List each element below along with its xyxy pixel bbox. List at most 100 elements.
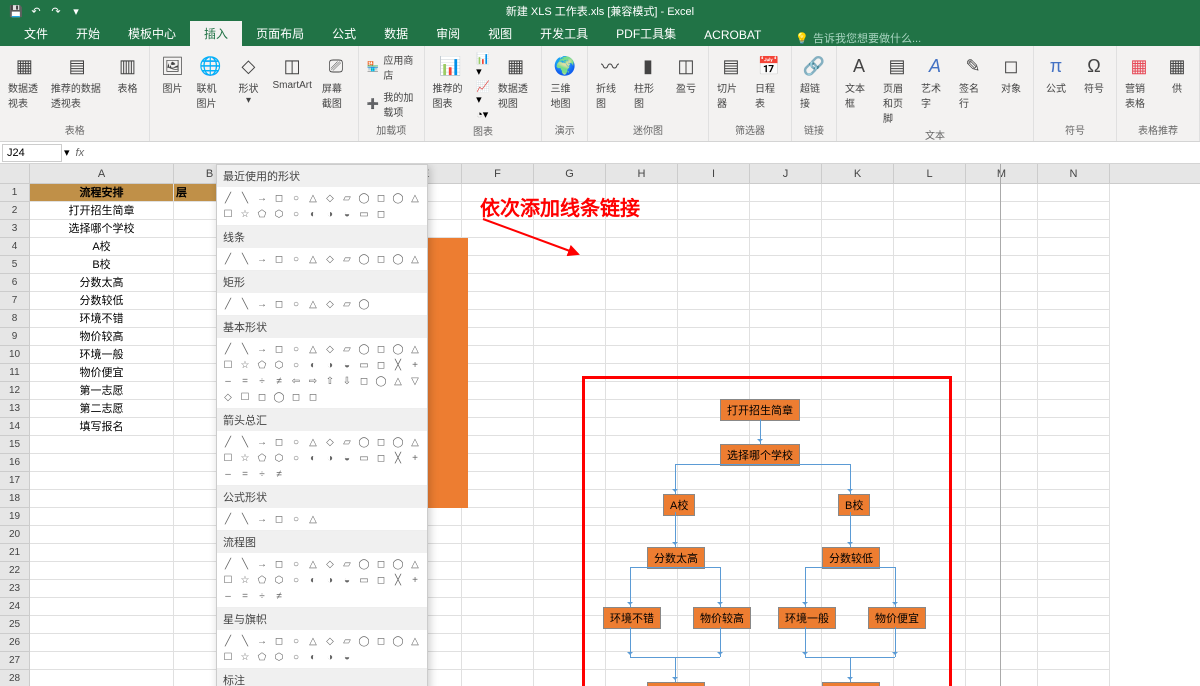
- shape-item[interactable]: ⬠: [255, 358, 269, 372]
- shape-item[interactable]: ◻: [272, 252, 286, 266]
- object-button[interactable]: ◻对象: [993, 50, 1029, 97]
- cell[interactable]: [534, 274, 606, 292]
- shape-item[interactable]: ◻: [374, 191, 388, 205]
- shape-item[interactable]: ⬡: [272, 650, 286, 664]
- flowchart-node[interactable]: 环境不错: [603, 607, 661, 629]
- cell[interactable]: [966, 652, 1038, 670]
- cell[interactable]: [894, 220, 966, 238]
- shape-item[interactable]: ▱: [340, 191, 354, 205]
- cell[interactable]: [462, 220, 534, 238]
- cell[interactable]: [1038, 508, 1110, 526]
- shape-item[interactable]: ◐: [306, 573, 320, 587]
- shape-item[interactable]: △: [306, 634, 320, 648]
- cell[interactable]: [606, 328, 678, 346]
- cell[interactable]: [822, 292, 894, 310]
- tab-layout[interactable]: 页面布局: [242, 21, 318, 46]
- cell[interactable]: [894, 310, 966, 328]
- shape-item[interactable]: ÷: [255, 467, 269, 481]
- flowchart-node[interactable]: 打开招生简章: [720, 399, 800, 421]
- cell[interactable]: [462, 292, 534, 310]
- cell[interactable]: [606, 310, 678, 328]
- table-button[interactable]: ▥表格: [109, 50, 145, 97]
- cell[interactable]: [750, 292, 822, 310]
- shape-item[interactable]: ☆: [238, 451, 252, 465]
- row-header[interactable]: 23: [0, 580, 30, 598]
- cell[interactable]: [534, 346, 606, 364]
- shape-item[interactable]: ◑: [323, 573, 337, 587]
- store-button[interactable]: 🏪应用商店: [363, 50, 420, 84]
- col-header[interactable]: A: [30, 164, 174, 183]
- cell[interactable]: [750, 274, 822, 292]
- shape-item[interactable]: ▽: [408, 374, 422, 388]
- cell[interactable]: [678, 238, 750, 256]
- row-header[interactable]: 10: [0, 346, 30, 364]
- shape-item[interactable]: ☐: [221, 451, 235, 465]
- cell[interactable]: [678, 274, 750, 292]
- signature-button[interactable]: ✎签名行: [955, 50, 991, 112]
- chart-bar-icon[interactable]: 📊▾: [476, 52, 490, 78]
- shape-item[interactable]: ◯: [391, 252, 405, 266]
- shape-item[interactable]: →: [255, 557, 269, 571]
- cell[interactable]: [1038, 634, 1110, 652]
- row-header[interactable]: 24: [0, 598, 30, 616]
- cell[interactable]: [966, 256, 1038, 274]
- tab-template[interactable]: 模板中心: [114, 21, 190, 46]
- cell[interactable]: B校: [30, 256, 174, 274]
- cell[interactable]: [462, 418, 534, 436]
- tab-home[interactable]: 开始: [62, 21, 114, 46]
- cell[interactable]: [966, 526, 1038, 544]
- row-header[interactable]: 22: [0, 562, 30, 580]
- select-all-button[interactable]: [0, 164, 30, 183]
- rec-chart-button[interactable]: 📊推荐的图表: [429, 50, 473, 112]
- cell[interactable]: [678, 292, 750, 310]
- shape-item[interactable]: ☐: [221, 650, 235, 664]
- cell[interactable]: [894, 184, 966, 202]
- cell[interactable]: [1038, 382, 1110, 400]
- col-header[interactable]: N: [1038, 164, 1110, 183]
- cell[interactable]: [966, 238, 1038, 256]
- shape-item[interactable]: ◇: [323, 252, 337, 266]
- cell[interactable]: [462, 310, 534, 328]
- tab-review[interactable]: 审阅: [422, 21, 474, 46]
- shape-item[interactable]: –: [221, 589, 235, 603]
- shape-item[interactable]: ◒: [340, 650, 354, 664]
- cell[interactable]: [966, 598, 1038, 616]
- cell[interactable]: [462, 580, 534, 598]
- cell[interactable]: [1038, 652, 1110, 670]
- shape-item[interactable]: △: [391, 374, 405, 388]
- cell[interactable]: [462, 616, 534, 634]
- cell[interactable]: [30, 580, 174, 598]
- cell[interactable]: [30, 652, 174, 670]
- shape-item[interactable]: ◯: [272, 390, 286, 404]
- row-header[interactable]: 27: [0, 652, 30, 670]
- cell[interactable]: [750, 238, 822, 256]
- cell[interactable]: [966, 328, 1038, 346]
- shape-item[interactable]: ○: [289, 252, 303, 266]
- cell[interactable]: [750, 346, 822, 364]
- cell[interactable]: [462, 454, 534, 472]
- cell[interactable]: [1038, 184, 1110, 202]
- cell[interactable]: [534, 220, 606, 238]
- shape-item[interactable]: △: [306, 252, 320, 266]
- shape-item[interactable]: ○: [289, 650, 303, 664]
- shape-item[interactable]: →: [255, 342, 269, 356]
- shape-item[interactable]: ◻: [272, 191, 286, 205]
- sparkline-button[interactable]: 〰折线图: [592, 50, 628, 112]
- shape-item[interactable]: ⬡: [272, 573, 286, 587]
- cell[interactable]: [462, 652, 534, 670]
- shape-item[interactable]: ▱: [340, 634, 354, 648]
- shape-item[interactable]: △: [408, 252, 422, 266]
- shape-item[interactable]: ╲: [238, 634, 252, 648]
- cell[interactable]: [462, 382, 534, 400]
- cell[interactable]: [966, 364, 1038, 382]
- col-header[interactable]: J: [750, 164, 822, 183]
- shape-item[interactable]: ◇: [323, 557, 337, 571]
- shape-item[interactable]: ▭: [357, 451, 371, 465]
- cell[interactable]: [1038, 472, 1110, 490]
- cell[interactable]: [678, 328, 750, 346]
- row-header[interactable]: 12: [0, 382, 30, 400]
- row-header[interactable]: 13: [0, 400, 30, 418]
- row-header[interactable]: 3: [0, 220, 30, 238]
- name-box[interactable]: [2, 144, 62, 162]
- shape-item[interactable]: ◻: [374, 435, 388, 449]
